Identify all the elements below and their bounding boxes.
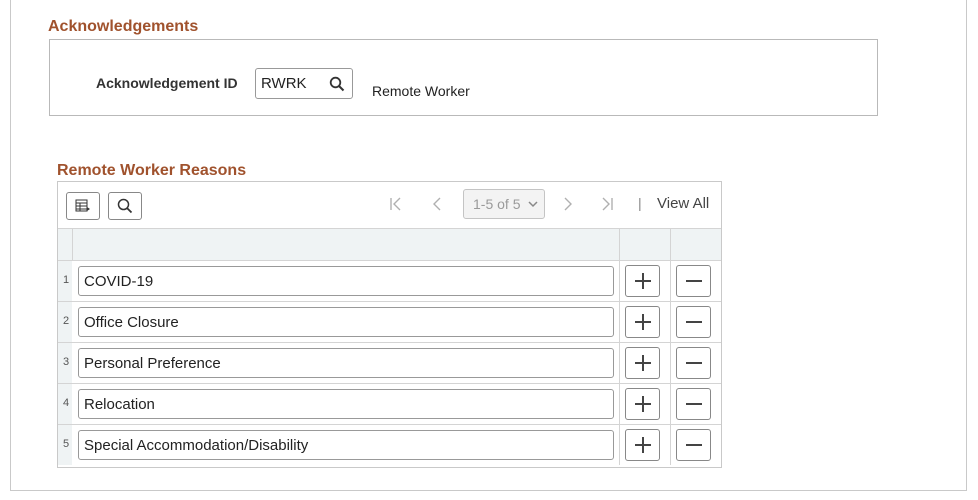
reason-field[interactable]: Special Accommodation/Disability	[78, 430, 614, 460]
column-divider	[670, 302, 671, 342]
plus-icon	[634, 396, 651, 412]
column-divider	[619, 384, 620, 424]
row-number-cell: 4	[58, 384, 72, 424]
delete-row-button[interactable]	[676, 347, 711, 379]
personalize-grid-button[interactable]	[66, 192, 100, 220]
next-page-icon[interactable]	[562, 196, 574, 212]
header-divider	[72, 229, 73, 261]
column-divider	[619, 425, 620, 465]
minus-icon	[685, 280, 702, 282]
grid-toolbar: 1-5 of 5 | View All	[58, 182, 721, 228]
table-row: 5 Special Accommodation/Disability	[58, 425, 721, 466]
add-row-button[interactable]	[625, 306, 660, 338]
chevron-down-icon	[528, 201, 538, 208]
add-row-button[interactable]	[625, 429, 660, 461]
grid-header	[58, 228, 721, 261]
row-number-cell: 3	[58, 343, 72, 383]
last-page-icon[interactable]	[600, 196, 614, 212]
page-select[interactable]: 1-5 of 5	[463, 189, 545, 219]
row-number-cell: 1	[58, 261, 72, 301]
delete-row-button[interactable]	[676, 306, 711, 338]
row-number: 1	[63, 274, 70, 286]
row-number-cell: 5	[58, 425, 72, 465]
plus-icon	[634, 273, 651, 289]
acknowledgement-id-label: Acknowledgement ID	[96, 75, 238, 91]
reason-field[interactable]: Relocation	[78, 389, 614, 419]
column-divider	[670, 384, 671, 424]
reason-field[interactable]: COVID-19	[78, 266, 614, 296]
header-divider	[670, 229, 671, 261]
table-row: 1 COVID-19	[58, 261, 721, 302]
column-divider	[670, 261, 671, 301]
minus-icon	[685, 321, 702, 323]
delete-row-button[interactable]	[676, 429, 711, 461]
grid-personalize-icon	[75, 199, 90, 212]
header-divider	[619, 229, 620, 261]
column-divider	[619, 302, 620, 342]
column-divider	[619, 343, 620, 383]
column-divider	[670, 343, 671, 383]
row-number: 5	[63, 438, 70, 450]
acknowledgement-id-value: RWRK	[261, 75, 307, 92]
table-row: 2 Office Closure	[58, 302, 721, 343]
acknowledgement-description: Remote Worker	[372, 83, 470, 99]
search-icon	[117, 198, 133, 214]
reason-field[interactable]: Personal Preference	[78, 348, 614, 378]
find-in-grid-button[interactable]	[108, 192, 142, 220]
page-select-value: 1-5 of 5	[473, 196, 521, 212]
reasons-grid-title: Remote Worker Reasons	[57, 162, 247, 179]
add-row-button[interactable]	[625, 388, 660, 420]
plus-icon	[634, 437, 651, 453]
previous-page-icon[interactable]	[431, 196, 443, 212]
minus-icon	[685, 362, 702, 364]
add-row-button[interactable]	[625, 265, 660, 297]
delete-row-button[interactable]	[676, 388, 711, 420]
reasons-grid: 1-5 of 5 | View All 1 COVID-19 2 Office …	[57, 181, 722, 468]
column-divider	[619, 261, 620, 301]
acknowledgement-id-field[interactable]: RWRK	[255, 68, 353, 99]
add-row-button[interactable]	[625, 347, 660, 379]
row-number: 4	[63, 397, 70, 409]
table-row: 3 Personal Preference	[58, 343, 721, 384]
row-number: 3	[63, 356, 70, 368]
acknowledgements-title: Acknowledgements	[48, 18, 199, 35]
minus-icon	[685, 444, 702, 446]
table-row: 4 Relocation	[58, 384, 721, 425]
row-number-cell: 2	[58, 302, 72, 342]
view-all-link[interactable]: View All	[657, 195, 709, 212]
plus-icon	[634, 355, 651, 371]
reason-field[interactable]: Office Closure	[78, 307, 614, 337]
first-page-icon[interactable]	[389, 196, 403, 212]
minus-icon	[685, 403, 702, 405]
plus-icon	[634, 314, 651, 330]
row-number: 2	[63, 315, 70, 327]
delete-row-button[interactable]	[676, 265, 711, 297]
search-icon[interactable]	[329, 76, 345, 92]
toolbar-separator: |	[638, 195, 642, 211]
column-divider	[670, 425, 671, 465]
